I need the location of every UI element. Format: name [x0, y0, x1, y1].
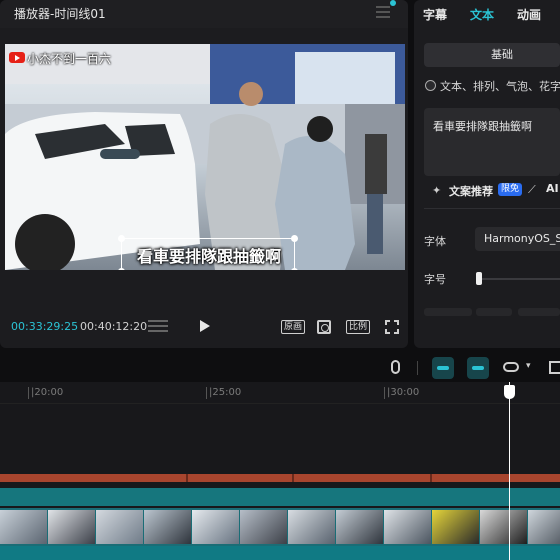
ruler-tick — [384, 387, 385, 399]
clip-thumbnail — [240, 510, 287, 544]
audio-track[interactable] — [0, 474, 560, 482]
clip-thumbnail — [336, 510, 383, 544]
clip-thumbnail — [384, 510, 431, 544]
time-ruler[interactable]: |20:00 |25:00 |30:00 — [0, 382, 560, 404]
auto-snap-icon[interactable] — [467, 357, 489, 379]
aspect-ratio-button[interactable]: 比例 — [346, 320, 371, 334]
clip-thumbnail — [480, 510, 527, 544]
ruler-label: |30:00 — [387, 387, 420, 398]
fit-screen-icon[interactable] — [317, 320, 331, 334]
clip-thumbnail — [192, 510, 239, 544]
current-timecode: 00:33:29:25 — [11, 320, 79, 333]
clip-thumbnail — [48, 510, 95, 544]
ghost-field — [476, 308, 512, 316]
fullscreen-icon[interactable] — [385, 320, 399, 334]
ruler-label: |25:00 — [209, 387, 242, 398]
font-label: 字体 — [424, 235, 446, 248]
ai-wand-icon: ⟋ — [528, 183, 536, 196]
resize-handle[interactable] — [291, 268, 298, 270]
clip-thumbnail — [0, 510, 47, 544]
tab-animation[interactable]: 动画 — [517, 6, 541, 23]
video-frame-image — [5, 44, 405, 270]
original-quality-button[interactable]: 原画 — [281, 320, 306, 334]
font-select[interactable]: HarmonyOS_Sa — [475, 227, 560, 251]
timeline-panel[interactable]: |20:00 |25:00 |30:00 — [0, 382, 560, 560]
menu-icon[interactable] — [376, 6, 390, 18]
tab-subtitles[interactable]: 字幕 — [423, 6, 447, 23]
ruler-tick — [28, 387, 29, 399]
ai-button[interactable]: AI — [546, 182, 559, 195]
video-track-header[interactable] — [0, 488, 560, 506]
basic-tab-button[interactable]: 基础 — [424, 43, 560, 67]
video-preview[interactable]: 小杰不到一百六 看車要排隊跟抽籤啊 — [5, 44, 405, 270]
ruler-tick — [206, 387, 207, 399]
apply-all-label: 文本、排列、气泡、花字应 — [440, 80, 560, 93]
copy-recommend-button[interactable]: 文案推荐 — [449, 183, 493, 199]
font-size-label: 字号 — [424, 273, 446, 286]
properties-panel: 字幕 文本 动画 基础 文本、排列、气泡、花字应 看車要排隊跟抽籤啊 ✦ 文案推… — [414, 0, 560, 348]
font-size-slider-thumb[interactable] — [476, 272, 482, 285]
play-icon[interactable] — [200, 320, 210, 332]
free-badge: 限免 — [498, 183, 523, 196]
player-panel: 播放器-时间线01 小杰不到一百六 看車要排隊跟抽籤啊 00:33:29:25 … — [0, 0, 408, 348]
subtitle-text-input[interactable]: 看車要排隊跟抽籤啊 — [424, 108, 560, 176]
sparkle-icon: ✦ — [432, 184, 442, 197]
subtitle-text: 看車要排隊跟抽籤啊 — [136, 247, 281, 266]
resize-handle[interactable] — [291, 235, 298, 242]
list-view-icon[interactable] — [148, 320, 168, 332]
clip-footer-bar — [0, 546, 560, 560]
subtitle-selection-box[interactable]: 看車要排隊跟抽籤啊 — [118, 235, 298, 270]
ghost-field — [424, 308, 472, 316]
clip-thumbnail — [288, 510, 335, 544]
toolbar-divider — [417, 361, 418, 375]
ruler-label: |20:00 — [31, 387, 64, 398]
clip-thumbnail — [144, 510, 191, 544]
link-icon[interactable] — [503, 362, 519, 372]
clip-thumbnail — [432, 510, 479, 544]
playhead-handle[interactable] — [504, 385, 515, 399]
video-clip-strip[interactable] — [0, 508, 560, 546]
notification-dot-icon — [390, 0, 396, 6]
clip-thumbnail — [96, 510, 143, 544]
apply-all-radio[interactable] — [425, 80, 436, 91]
youtube-logo-icon — [9, 52, 25, 63]
channel-watermark: 小杰不到一百六 — [27, 52, 112, 66]
divider — [424, 208, 560, 209]
editor-root: 播放器-时间线01 小杰不到一百六 看車要排隊跟抽籤啊 00:33:29:25 … — [0, 0, 560, 560]
microphone-icon[interactable] — [391, 360, 400, 374]
tab-text[interactable]: 文本 — [470, 6, 494, 23]
player-title: 播放器-时间线01 — [14, 7, 106, 21]
player-controls: 00:33:29:25 00:40:12:20 原画 比例 — [0, 312, 408, 340]
player-header: 播放器-时间线01 — [0, 0, 408, 28]
main-track-magnet-icon[interactable] — [432, 357, 454, 379]
ghost-field — [518, 308, 560, 316]
total-timecode: 00:40:12:20 — [80, 320, 148, 333]
clip-thumbnail — [528, 510, 560, 544]
preview-axis-icon[interactable] — [549, 361, 560, 374]
resize-handle[interactable] — [118, 268, 125, 270]
playhead[interactable] — [509, 382, 510, 560]
resize-handle[interactable] — [118, 235, 125, 242]
chevron-down-icon[interactable]: ▾ — [526, 361, 531, 371]
font-size-slider[interactable] — [477, 278, 560, 280]
timeline-toolbar: ▾ — [0, 355, 560, 381]
